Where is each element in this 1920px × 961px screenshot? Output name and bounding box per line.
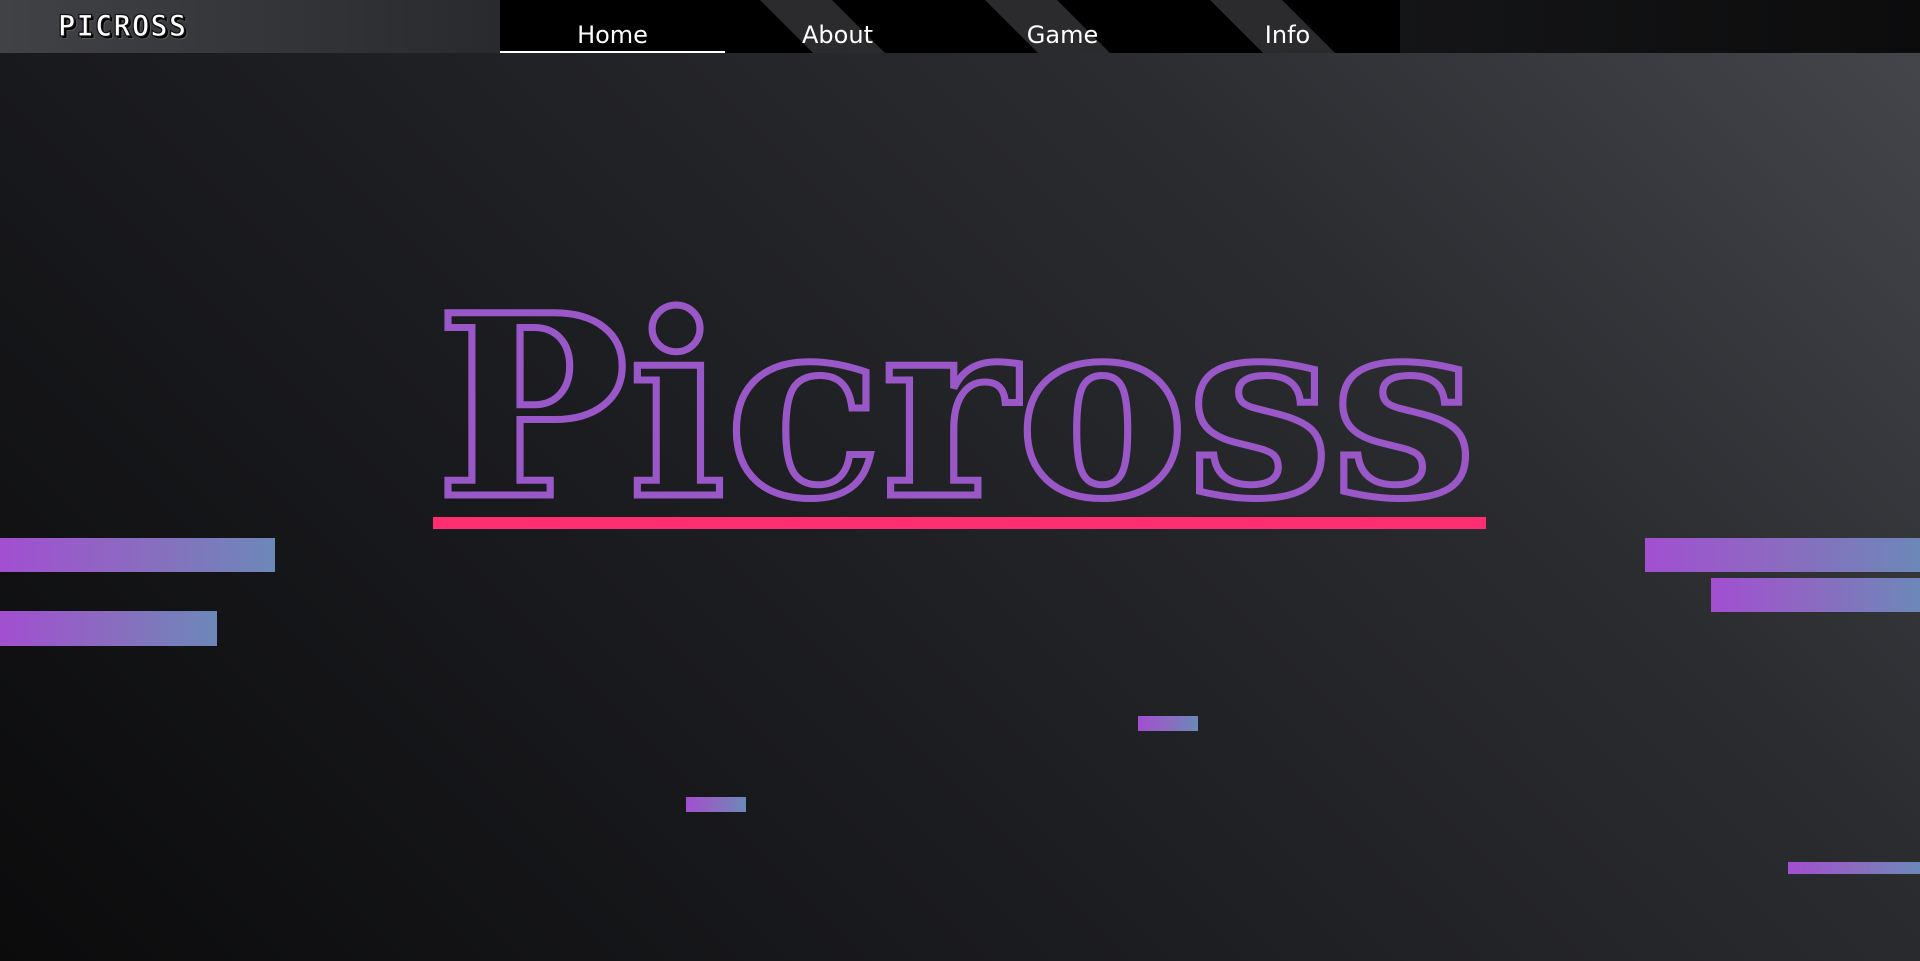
nav-item-game[interactable]: Game: [950, 0, 1175, 53]
decor-bar-left-1: [0, 538, 275, 572]
nav-item-info[interactable]: Info: [1175, 0, 1400, 53]
nav-item-label: Game: [1026, 21, 1099, 49]
decor-bar-small-1: [1138, 716, 1198, 731]
hero-title: Picross: [436, 250, 1488, 511]
decor-bar-right-1: [1645, 538, 1920, 572]
hero-underline: [433, 517, 1486, 529]
site-logo[interactable]: PICROSS: [57, 8, 187, 43]
decor-bar-left-2: [0, 611, 217, 646]
decor-bar-small-2: [686, 797, 746, 812]
decor-bar-right-2: [1711, 578, 1920, 612]
hero-title-text: Picross: [436, 260, 1476, 510]
main-nav: Home About Game Info: [500, 0, 1400, 53]
nav-item-home[interactable]: Home: [500, 0, 725, 53]
top-header: PICROSS Home About Game Info: [0, 0, 1920, 53]
decor-bar-bottom-right: [1788, 862, 1920, 874]
nav-item-label: Home: [577, 21, 648, 49]
nav-item-label: Info: [1264, 21, 1311, 49]
nav-item-about[interactable]: About: [725, 0, 950, 53]
nav-item-label: About: [802, 21, 873, 49]
